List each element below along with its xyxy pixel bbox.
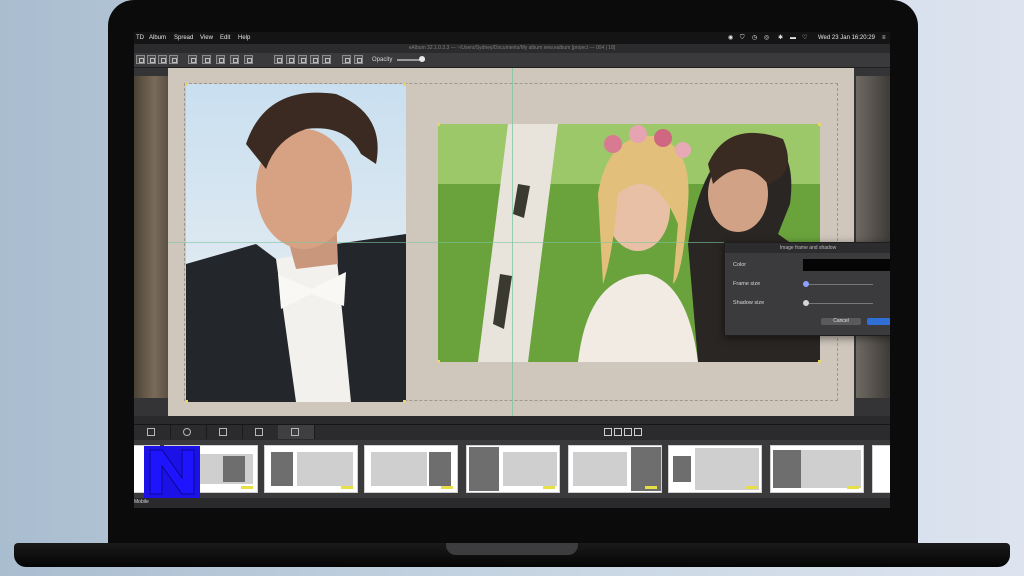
- status-icon-1[interactable]: ◉: [728, 32, 733, 44]
- align-justify-icon[interactable]: [169, 55, 178, 64]
- resize-handle[interactable]: [818, 360, 821, 363]
- dialog-title: Image frame and shadow: [725, 243, 890, 253]
- frame-color-swatch[interactable]: [803, 259, 890, 271]
- toolbar: Opacity: [134, 53, 890, 68]
- menu-album[interactable]: Album: [149, 32, 166, 44]
- resize-handle[interactable]: [185, 400, 188, 403]
- tab-search[interactable]: [242, 425, 279, 439]
- same-size-icon[interactable]: [298, 55, 307, 64]
- frame-size-label: Frame size: [733, 281, 761, 287]
- align-middle-icon[interactable]: [202, 55, 211, 64]
- photo-frame-left[interactable]: [186, 84, 406, 402]
- resize-handle[interactable]: [818, 123, 821, 126]
- same-height-icon[interactable]: [286, 55, 295, 64]
- image-frame-shadow-dialog: Image frame and shadow Color Frame size …: [724, 242, 890, 336]
- n-logo-glyph: [149, 449, 195, 495]
- spread-workspace: Image frame and shadow Color Frame size …: [134, 68, 890, 416]
- align-left-icon[interactable]: [136, 55, 145, 64]
- frame-size-slider[interactable]: [805, 284, 873, 285]
- resize-handle[interactable]: [437, 360, 440, 363]
- next-spread-preview[interactable]: [856, 76, 890, 398]
- shadow-size-slider-knob[interactable]: [803, 300, 809, 306]
- layout-thumbnails: [134, 440, 890, 498]
- window-title: eAlbum 32.1.0.3.3 — ~/Users/Sydney/Docum…: [134, 44, 890, 53]
- opacity-slider-knob[interactable]: [419, 56, 425, 62]
- menu-extra-icon[interactable]: ≡: [882, 32, 886, 44]
- eye-icon[interactable]: ◎: [764, 32, 769, 44]
- layout-thumb[interactable]: [466, 445, 560, 493]
- same-width-icon[interactable]: [274, 55, 283, 64]
- menubar-clock: Wed 23 Jan 16:20:29: [818, 35, 875, 41]
- layout-view-icon-3[interactable]: [624, 428, 632, 436]
- menu-edit[interactable]: Edit: [220, 32, 230, 44]
- shadow-size-slider[interactable]: [805, 303, 873, 304]
- laptop-notch: [446, 543, 578, 555]
- cancel-button[interactable]: Cancel: [821, 318, 861, 325]
- resize-handle[interactable]: [437, 123, 440, 126]
- tab-layouts[interactable]: [278, 425, 315, 439]
- previous-spread-preview[interactable]: [134, 76, 168, 398]
- n-logo: [144, 446, 200, 498]
- align-center-icon[interactable]: [147, 55, 156, 64]
- fit-width-icon[interactable]: [310, 55, 319, 64]
- shield-icon[interactable]: ⛉: [740, 32, 745, 44]
- layout-thumb[interactable]: [872, 445, 890, 493]
- tab-images[interactable]: [170, 425, 207, 439]
- resize-handle[interactable]: [185, 83, 188, 86]
- bottom-panel-tabs: [134, 424, 890, 439]
- tab-list[interactable]: [206, 425, 243, 439]
- app-screen: TD Album Spread View Edit Help ◉ ⛉ ◷ ◎ ✱…: [134, 32, 890, 508]
- layout-view-icon-4[interactable]: [634, 428, 642, 436]
- search-icon: [255, 428, 263, 436]
- color-label: Color: [733, 262, 747, 268]
- menu-spread[interactable]: Spread: [174, 32, 193, 44]
- list-icon: [219, 428, 227, 436]
- images-icon: [183, 428, 191, 436]
- menu-help[interactable]: Help: [238, 32, 250, 44]
- align-bottom-icon[interactable]: [216, 55, 225, 64]
- send-back-icon[interactable]: [354, 55, 363, 64]
- menu-app[interactable]: TD: [136, 32, 144, 44]
- pages-icon: [147, 428, 155, 436]
- fit-height-icon[interactable]: [322, 55, 331, 64]
- resize-handle[interactable]: [403, 83, 406, 86]
- distribute-h-icon[interactable]: [230, 55, 239, 64]
- layout-thumb[interactable]: [264, 445, 358, 493]
- wifi-icon[interactable]: ♡: [802, 32, 807, 44]
- flag-icon[interactable]: ▬: [790, 32, 796, 44]
- layout-thumb[interactable]: [770, 445, 864, 493]
- distribute-v-icon[interactable]: [244, 55, 253, 64]
- menu-view[interactable]: View: [200, 32, 213, 44]
- align-right-icon[interactable]: [158, 55, 167, 64]
- bring-front-icon[interactable]: [342, 55, 351, 64]
- align-top-icon[interactable]: [188, 55, 197, 64]
- ok-button[interactable]: [867, 318, 890, 325]
- clock-icon[interactable]: ◷: [752, 32, 757, 44]
- layout-thumb[interactable]: [668, 445, 762, 493]
- layout-view-icon-2[interactable]: [614, 428, 622, 436]
- opacity-label: Opacity: [372, 57, 393, 63]
- shadow-size-label: Shadow size: [733, 300, 765, 306]
- layout-thumb[interactable]: [568, 445, 662, 493]
- layout-grid-icon: [291, 428, 299, 436]
- frame-size-slider-knob[interactable]: [803, 281, 809, 287]
- footer-label: Mobile: [134, 499, 149, 505]
- resize-handle[interactable]: [403, 400, 406, 403]
- bluetooth-icon[interactable]: ✱: [778, 32, 783, 44]
- layout-view-icon-1[interactable]: [604, 428, 612, 436]
- tab-pages[interactable]: [134, 425, 171, 439]
- groom-portrait-image: [186, 84, 406, 402]
- menu-bar: TD Album Spread View Edit Help ◉ ⛉ ◷ ◎ ✱…: [134, 32, 890, 44]
- layout-thumb[interactable]: [364, 445, 458, 493]
